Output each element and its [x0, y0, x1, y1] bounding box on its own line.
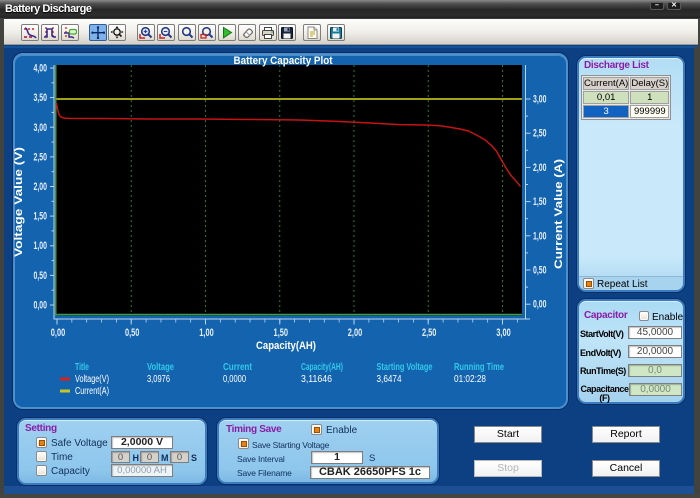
svg-text:2,00: 2,00 — [533, 162, 547, 174]
svg-text:0,0000: 0,0000 — [223, 374, 246, 385]
svg-text:0,50: 0,50 — [125, 327, 140, 339]
svg-text:0,50: 0,50 — [34, 270, 48, 282]
svg-text:0,50: 0,50 — [533, 265, 547, 277]
svg-text:2,00: 2,00 — [348, 327, 363, 339]
svg-text:2,50: 2,50 — [422, 327, 437, 339]
svg-text:3,00: 3,00 — [533, 94, 547, 106]
svg-text:1,00: 1,00 — [199, 327, 214, 339]
svg-text:0,00: 0,00 — [533, 299, 547, 311]
svg-text:Current: Current — [223, 362, 253, 373]
svg-text:4,00: 4,00 — [34, 63, 48, 75]
svg-text:2,50: 2,50 — [533, 128, 547, 140]
svg-text:1,50: 1,50 — [533, 196, 547, 208]
svg-text:Running Time: Running Time — [454, 362, 504, 373]
svg-text:3,00: 3,00 — [34, 122, 48, 134]
svg-text:3,50: 3,50 — [34, 92, 48, 104]
svg-text:Voltage(V): Voltage(V) — [75, 374, 109, 385]
svg-text:Battery Capacity Plot: Battery Capacity Plot — [234, 55, 333, 67]
svg-text:1,00: 1,00 — [34, 240, 48, 252]
svg-text:3,00: 3,00 — [496, 327, 511, 339]
svg-text:0,00: 0,00 — [51, 327, 66, 339]
svg-text:Starting Voltage: Starting Voltage — [377, 362, 433, 373]
svg-text:Voltage Value (V): Voltage Value (V) — [13, 147, 25, 257]
svg-text:3,0976: 3,0976 — [147, 374, 170, 385]
svg-text:Current(A): Current(A) — [75, 386, 109, 397]
svg-text:0,00: 0,00 — [34, 300, 48, 312]
svg-text:2,50: 2,50 — [34, 151, 48, 163]
svg-text:01:02:28: 01:02:28 — [454, 374, 486, 385]
svg-text:Title: Title — [75, 362, 89, 373]
svg-text:Capacity(AH): Capacity(AH) — [256, 340, 316, 352]
svg-text:1,50: 1,50 — [274, 327, 289, 339]
svg-text:2,00: 2,00 — [34, 181, 48, 193]
svg-text:3,6474: 3,6474 — [377, 374, 402, 385]
svg-text:Capacity(AH): Capacity(AH) — [301, 362, 343, 373]
svg-text:1,50: 1,50 — [34, 211, 48, 223]
svg-text:3,11646: 3,11646 — [301, 374, 332, 385]
svg-text:Voltage: Voltage — [147, 362, 174, 373]
svg-text:1,00: 1,00 — [533, 230, 547, 242]
svg-text:Current Value (A): Current Value (A) — [553, 159, 565, 269]
